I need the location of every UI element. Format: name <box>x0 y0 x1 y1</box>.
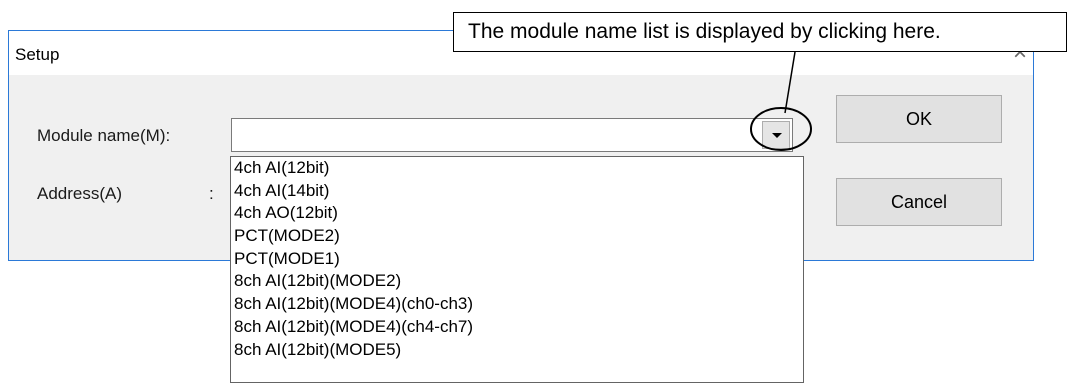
callout-highlight-circle <box>750 107 812 151</box>
callout-text: The module name list is displayed by cli… <box>468 20 941 43</box>
callout-pointer <box>750 51 812 151</box>
callout-leader-line <box>784 51 796 114</box>
callout-box: The module name list is displayed by cli… <box>453 12 1067 52</box>
